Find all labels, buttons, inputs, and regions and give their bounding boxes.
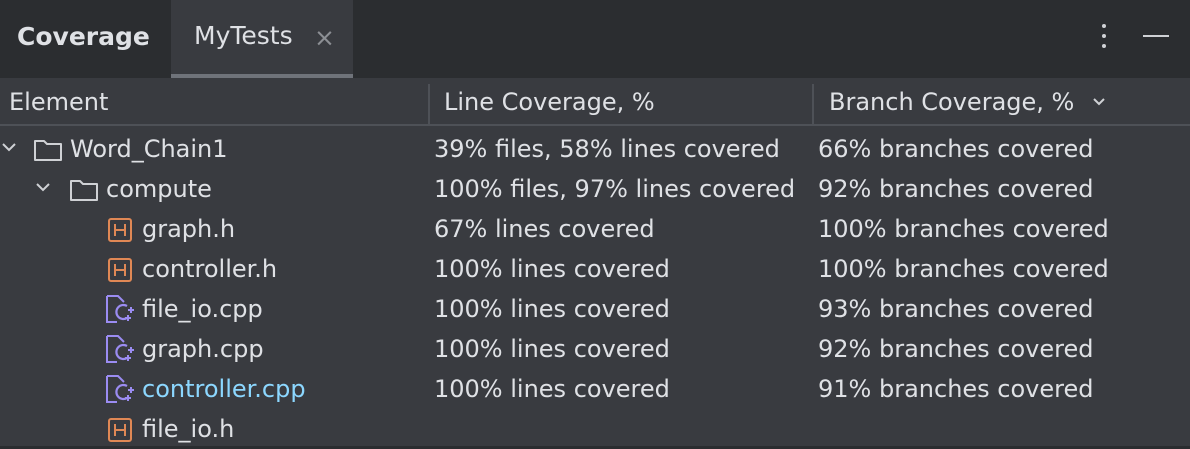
sort-chevron-down-icon[interactable] bbox=[1092, 95, 1106, 109]
row-name: Word_Chain1 bbox=[70, 135, 228, 163]
chevron-down-icon[interactable] bbox=[1, 141, 17, 155]
close-icon[interactable]: × bbox=[314, 23, 335, 52]
row-name: controller.cpp bbox=[142, 375, 306, 403]
row-line-coverage: 39% files, 58% lines covered bbox=[434, 135, 780, 163]
row-branch-coverage: 91% branches covered bbox=[818, 375, 1094, 403]
table-row[interactable]: Word_Chain1 39% files, 58% lines covered… bbox=[0, 129, 1190, 169]
row-branch-coverage: 93% branches covered bbox=[818, 295, 1094, 323]
table-row[interactable]: compute 100% files, 97% lines covered 92… bbox=[0, 169, 1190, 209]
row-line-coverage: 100% lines covered bbox=[434, 255, 670, 283]
tool-window-tabbar: Coverage MyTests × bbox=[0, 0, 1190, 78]
column-header-branch-coverage[interactable]: Branch Coverage, % bbox=[829, 88, 1074, 116]
column-header-element[interactable]: Element bbox=[9, 88, 108, 116]
cpp-file-icon bbox=[106, 375, 134, 403]
row-branch-coverage: 92% branches covered bbox=[818, 175, 1094, 203]
table-header: Element Line Coverage, % Branch Coverage… bbox=[0, 78, 1190, 126]
row-line-coverage: 100% lines covered bbox=[434, 295, 670, 323]
header-file-icon bbox=[108, 418, 132, 442]
column-separator[interactable] bbox=[428, 84, 430, 124]
row-line-coverage: 100% lines covered bbox=[434, 375, 670, 403]
cpp-file-icon bbox=[106, 335, 134, 363]
cpp-file-icon bbox=[106, 295, 134, 323]
row-branch-coverage: 92% branches covered bbox=[818, 335, 1094, 363]
tab-mytests[interactable]: MyTests × bbox=[171, 0, 353, 78]
coverage-table: Element Line Coverage, % Branch Coverage… bbox=[0, 78, 1190, 446]
row-branch-coverage: 100% branches covered bbox=[818, 215, 1109, 243]
row-branch-coverage: 100% branches covered bbox=[818, 255, 1109, 283]
tab-mytests-label: MyTests bbox=[194, 21, 293, 50]
row-name: graph.h bbox=[142, 215, 236, 243]
row-line-coverage: 100% files, 97% lines covered bbox=[434, 175, 796, 203]
minimize-icon[interactable] bbox=[1143, 35, 1169, 37]
row-name: graph.cpp bbox=[142, 335, 264, 363]
tool-window-title: Coverage bbox=[17, 22, 150, 51]
row-line-coverage: 100% lines covered bbox=[434, 335, 670, 363]
folder-icon bbox=[70, 180, 98, 201]
table-row[interactable]: file_io.h bbox=[0, 409, 1190, 449]
folder-icon bbox=[34, 140, 62, 161]
row-name: file_io.cpp bbox=[142, 295, 263, 323]
row-name: compute bbox=[106, 175, 212, 203]
row-name: file_io.h bbox=[142, 415, 235, 443]
table-row[interactable]: controller.h 100% lines covered 100% bra… bbox=[0, 249, 1190, 289]
table-row[interactable]: controller.cpp 100% lines covered 91% br… bbox=[0, 369, 1190, 409]
row-name: controller.h bbox=[142, 255, 278, 283]
table-row[interactable]: file_io.cpp 100% lines covered 93% branc… bbox=[0, 289, 1190, 329]
table-row[interactable]: graph.cpp 100% lines covered 92% branche… bbox=[0, 329, 1190, 369]
row-branch-coverage: 66% branches covered bbox=[818, 135, 1094, 163]
row-line-coverage: 67% lines covered bbox=[434, 215, 655, 243]
chevron-down-icon[interactable] bbox=[35, 181, 51, 195]
column-separator[interactable] bbox=[812, 84, 814, 124]
column-header-line-coverage[interactable]: Line Coverage, % bbox=[444, 88, 655, 116]
more-options-icon[interactable] bbox=[1099, 24, 1109, 52]
header-file-icon bbox=[108, 218, 132, 242]
header-file-icon bbox=[108, 258, 132, 282]
table-row[interactable]: graph.h 67% lines covered 100% branches … bbox=[0, 209, 1190, 249]
